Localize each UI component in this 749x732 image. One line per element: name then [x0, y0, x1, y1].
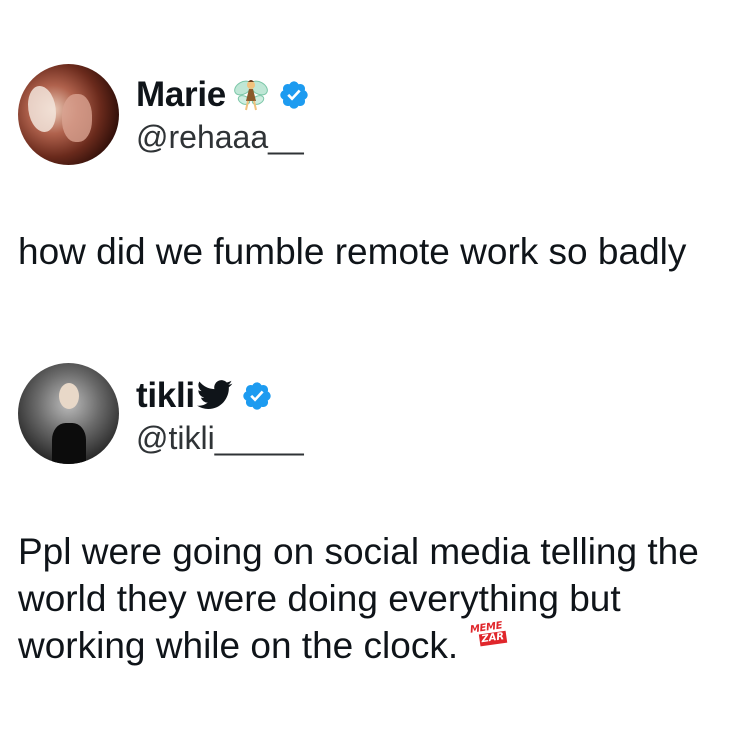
- verified-badge-icon: [241, 380, 273, 412]
- avatar[interactable]: [18, 64, 119, 165]
- author-handle[interactable]: @rehaaa__: [136, 119, 304, 156]
- fairy-icon: [232, 76, 270, 114]
- tweet-text: how did we fumble remote work so badly: [18, 231, 687, 272]
- author-name-row: Marie: [136, 75, 310, 115]
- tweet-text: Ppl were going on social media telling t…: [18, 531, 699, 666]
- avatar[interactable]: [18, 363, 119, 464]
- author-name-row: tikli: [136, 376, 273, 416]
- author-handle[interactable]: @tikli_____: [136, 420, 304, 457]
- bird-icon: [196, 380, 233, 412]
- verified-badge-icon: [278, 79, 310, 111]
- display-name[interactable]: tikli: [136, 376, 195, 416]
- display-name[interactable]: Marie: [136, 75, 226, 115]
- watermark-line2: ZAR: [478, 630, 507, 647]
